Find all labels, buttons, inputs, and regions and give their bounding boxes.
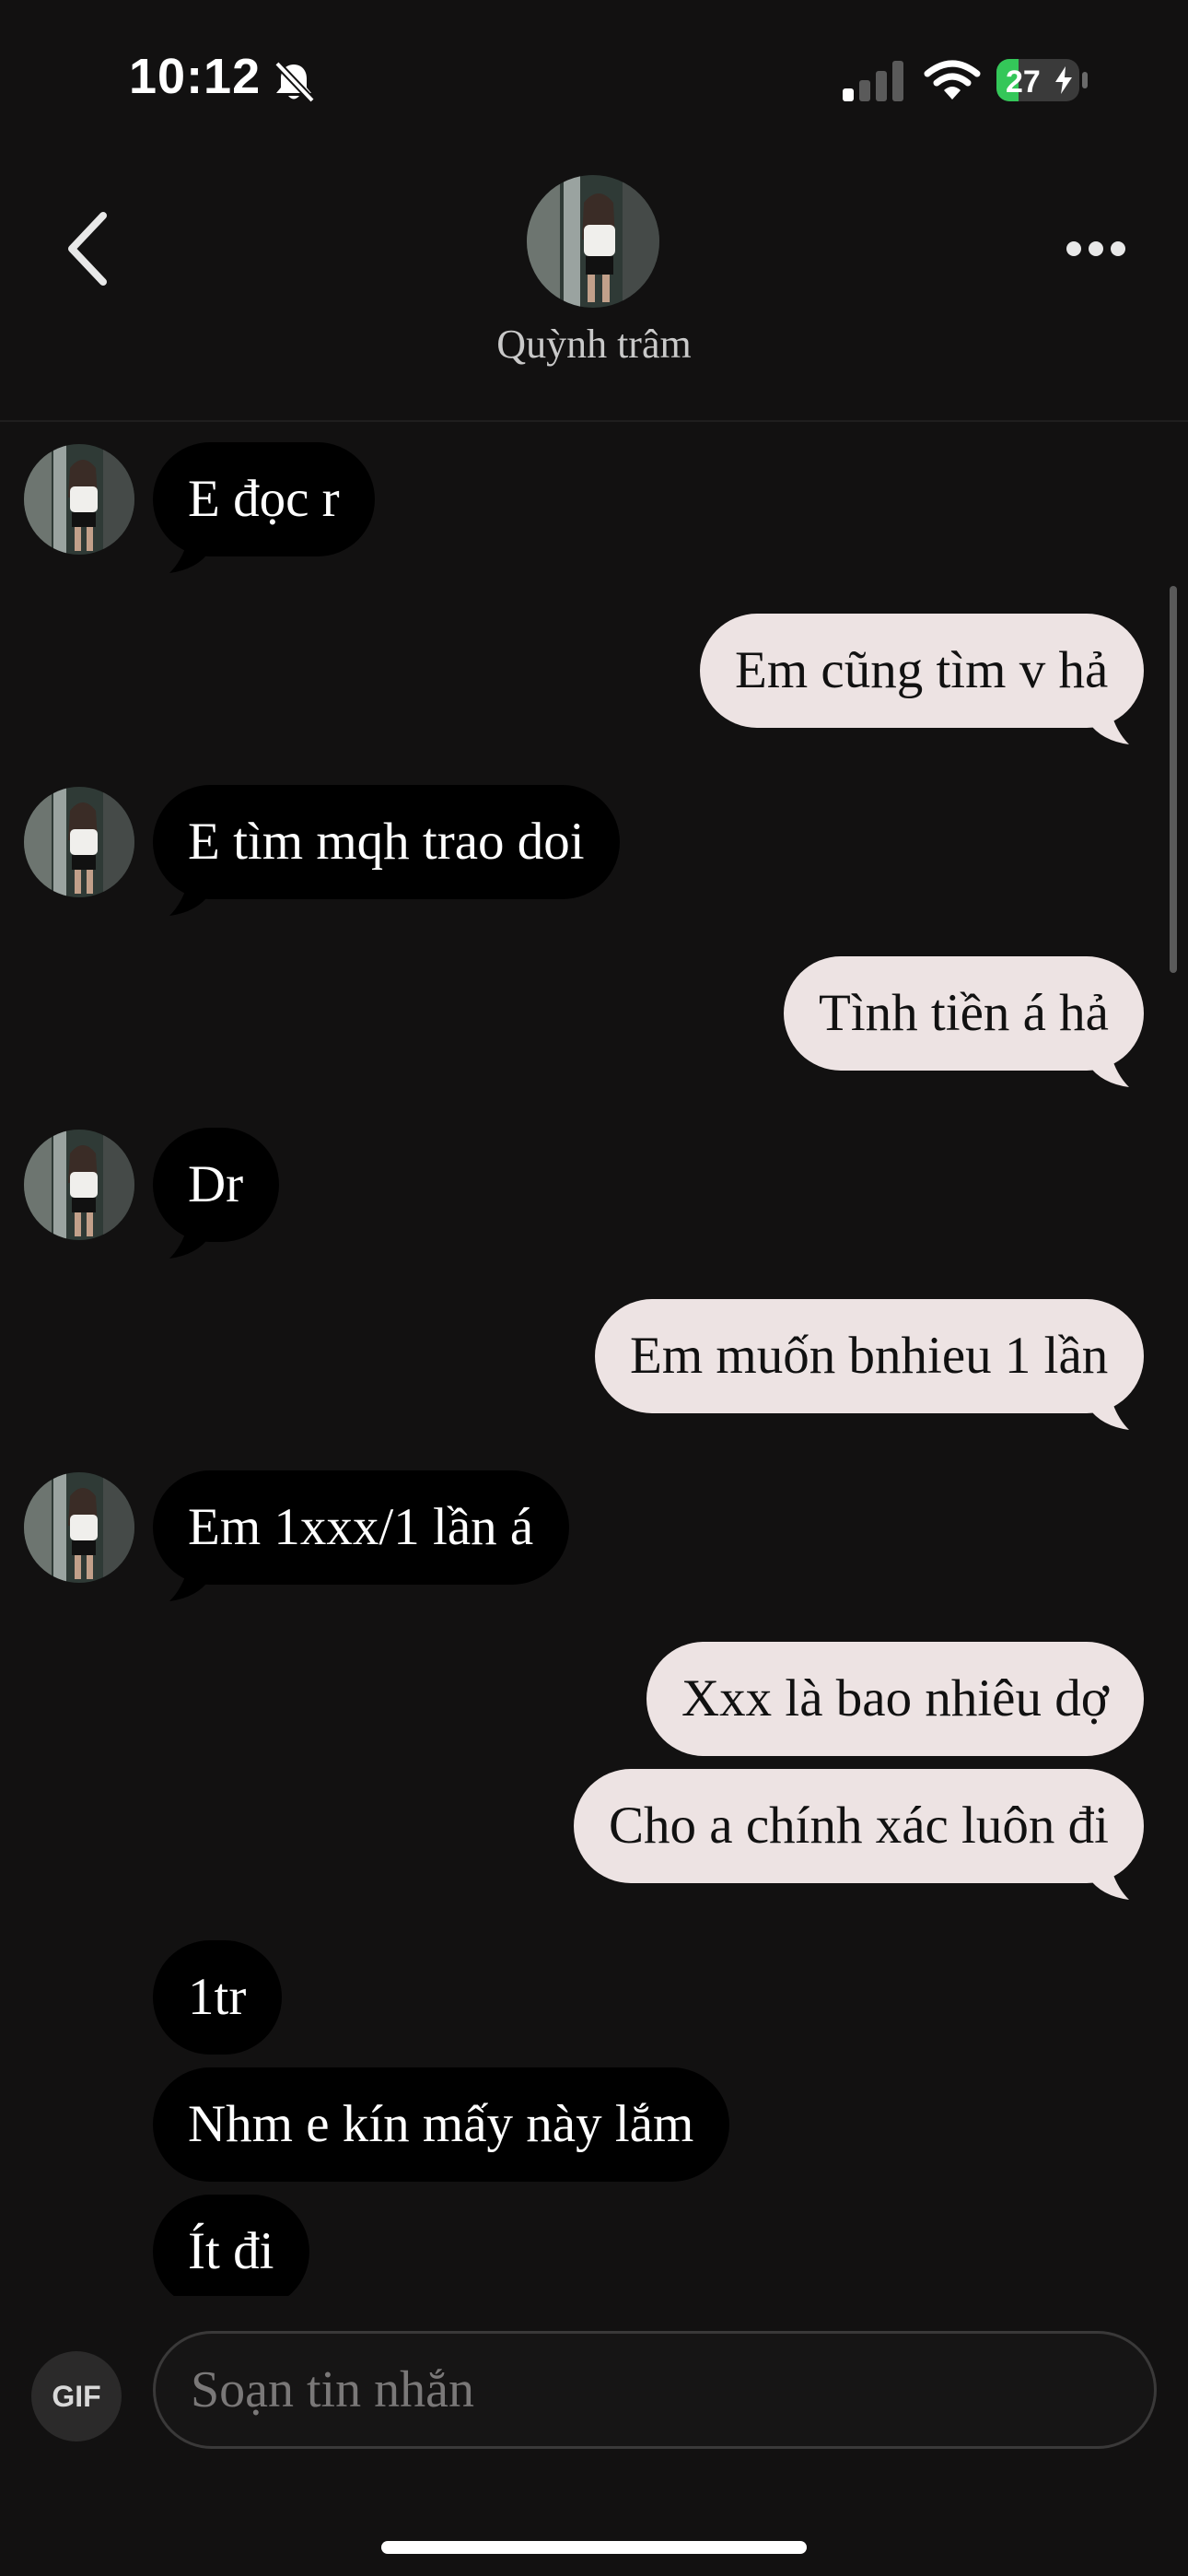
cellular-signal-icon xyxy=(843,61,903,101)
conversation-header: Quỳnh trâm xyxy=(0,157,1188,422)
gif-button[interactable]: GIF xyxy=(31,2351,122,2441)
message-input[interactable] xyxy=(153,2331,1157,2449)
chevron-left-icon[interactable] xyxy=(55,203,120,295)
bubble-tail xyxy=(169,1225,210,1259)
status-time: 10:12 xyxy=(129,49,262,104)
bubble-tail xyxy=(1089,1054,1129,1087)
more-horizontal-icon[interactable] xyxy=(1059,230,1133,267)
outgoing-message-bubble[interactable]: Em cũng tìm v hả xyxy=(700,614,1144,728)
contact-avatar[interactable] xyxy=(527,175,659,308)
incoming-message-bubble[interactable]: Ít đi xyxy=(153,2195,309,2296)
bubble-tail xyxy=(169,1568,210,1601)
battery-charging-icon: 27 xyxy=(996,59,1079,101)
sender-avatar[interactable] xyxy=(24,1130,134,1240)
contact-name: Quỳnh trâm xyxy=(496,322,692,367)
outgoing-message-bubble[interactable]: Em muốn bnhieu 1 lần xyxy=(595,1299,1144,1413)
bubble-tail xyxy=(1089,1867,1129,1900)
outgoing-message-bubble[interactable]: Xxx là bao nhiêu dợ xyxy=(646,1642,1144,1756)
status-bar: 10:12 27 xyxy=(0,0,1188,157)
bubble-tail xyxy=(169,883,210,916)
wifi-icon xyxy=(924,60,981,100)
bubble-tail xyxy=(1089,1397,1129,1430)
sender-avatar[interactable] xyxy=(24,787,134,897)
sender-avatar[interactable] xyxy=(24,1472,134,1583)
incoming-message-bubble[interactable]: Nhm e kín mấy này lắm xyxy=(153,2067,729,2182)
composer: GIF xyxy=(0,2303,1188,2488)
message-thread[interactable]: E đọc r Em cũng tìm v hả E tìm mqh trao do… xyxy=(0,422,1188,2296)
battery-cap xyxy=(1082,72,1088,88)
outgoing-message-bubble[interactable]: Cho a chính xác luôn đi xyxy=(574,1769,1144,1883)
home-indicator[interactable] xyxy=(381,2541,807,2554)
battery-percent: 27 xyxy=(1006,64,1041,100)
incoming-message-bubble[interactable]: 1tr xyxy=(153,1940,282,2055)
bubble-tail xyxy=(1089,711,1129,744)
scroll-indicator[interactable] xyxy=(1170,586,1177,973)
bubble-tail xyxy=(169,540,210,573)
sender-avatar[interactable] xyxy=(24,444,134,555)
bell-slash-icon xyxy=(274,61,315,103)
incoming-message-bubble[interactable]: Em 1xxx/1 lần á xyxy=(153,1470,569,1585)
incoming-message-bubble[interactable]: E tìm mqh trao doi xyxy=(153,785,620,899)
